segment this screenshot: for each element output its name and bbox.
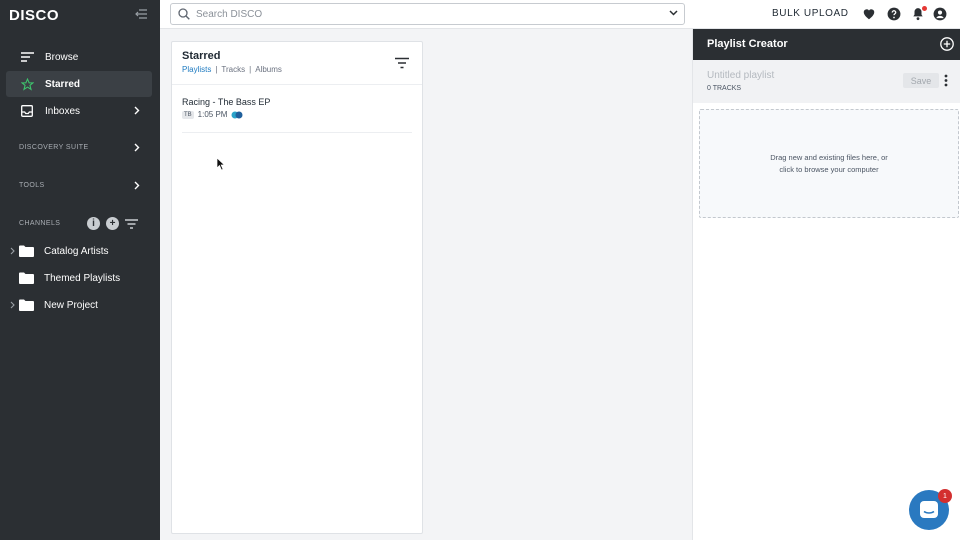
chat-icon xyxy=(920,501,938,518)
sidebar-item-label: Browse xyxy=(45,51,79,63)
track-count: 0 TRACKS xyxy=(707,85,742,92)
browse-icon xyxy=(19,49,35,65)
section-tools[interactable]: TOOLS xyxy=(19,182,141,189)
heart-icon[interactable] xyxy=(862,7,876,21)
sidebar-item-inboxes[interactable]: Inboxes xyxy=(6,98,152,124)
add-channel-icon[interactable]: + xyxy=(106,217,119,230)
tab-playlists[interactable]: Playlists xyxy=(182,65,211,74)
channel-themed-playlists[interactable]: Themed Playlists xyxy=(6,267,152,289)
top-bar: BULK UPLOAD xyxy=(160,0,960,29)
playlist-creator-header: Playlist Creator xyxy=(693,29,960,60)
account-icon[interactable] xyxy=(933,7,947,21)
section-discovery-suite[interactable]: DISCOVERY SUITE xyxy=(19,144,141,151)
sidebar-item-label: Starred xyxy=(45,78,81,90)
playlist-creator: Playlist Creator Untitled playlist 0 TRA… xyxy=(692,29,960,540)
chevron-down-icon[interactable] xyxy=(669,10,678,16)
divider xyxy=(182,132,412,133)
help-icon[interactable] xyxy=(887,7,901,21)
playlist-info: Untitled playlist 0 TRACKS Save xyxy=(693,60,960,103)
tab-tracks[interactable]: Tracks xyxy=(221,65,245,74)
starred-tabs: Playlists | Tracks | Albums xyxy=(182,65,282,74)
tab-albums[interactable]: Albums xyxy=(255,65,282,74)
sidebar-item-starred[interactable]: Starred xyxy=(6,71,152,97)
folder-icon xyxy=(19,299,34,311)
track-title[interactable]: Racing - The Bass EP xyxy=(182,97,270,107)
star-icon xyxy=(19,76,35,92)
search-bar[interactable] xyxy=(170,3,685,25)
chevron-right-icon[interactable] xyxy=(134,143,140,152)
track-meta: TB 1:05 PM xyxy=(182,110,243,119)
collapse-sidebar-icon[interactable] xyxy=(135,8,147,20)
chevron-right-icon xyxy=(134,106,140,115)
file-drop-zone[interactable]: Drag new and existing files here, or cli… xyxy=(699,109,959,218)
folder-icon xyxy=(19,245,34,257)
info-icon[interactable]: i xyxy=(87,217,100,230)
shared-icon xyxy=(231,111,243,118)
sidebar-item-label: Inboxes xyxy=(45,105,81,117)
divider xyxy=(172,84,422,85)
channel-new-project[interactable]: New Project xyxy=(6,294,152,316)
inbox-icon xyxy=(19,103,35,119)
channel-catalog-artists[interactable]: Catalog Artists xyxy=(6,240,152,262)
drop-hint-line: click to browse your computer xyxy=(779,165,879,174)
add-circle-icon[interactable] xyxy=(940,37,954,51)
more-vertical-icon[interactable] xyxy=(944,74,948,87)
search-input[interactable] xyxy=(196,8,656,20)
filter-icon[interactable] xyxy=(125,218,138,229)
panel-title: Starred xyxy=(182,50,221,62)
channel-label: Themed Playlists xyxy=(44,272,121,284)
channel-label: Catalog Artists xyxy=(44,245,109,257)
starred-panel: Starred Playlists | Tracks | Albums Raci… xyxy=(171,41,423,534)
chevron-right-icon[interactable] xyxy=(134,181,140,190)
filter-icon[interactable] xyxy=(395,57,409,69)
sidebar-item-browse[interactable]: Browse xyxy=(6,44,152,70)
save-button[interactable]: Save xyxy=(903,73,939,88)
notification-dot xyxy=(922,6,927,11)
mouse-cursor-icon xyxy=(216,157,226,171)
folder-icon xyxy=(19,272,34,284)
app-logo[interactable]: DISCO xyxy=(9,7,59,24)
channels-toolbar: i + xyxy=(87,217,138,230)
playlist-name-field[interactable]: Untitled playlist xyxy=(707,70,774,81)
sidebar: DISCO Browse Starred Inboxes DISCOVERY S… xyxy=(0,0,160,540)
expand-chevron-icon[interactable] xyxy=(8,301,17,309)
bulk-upload-button[interactable]: BULK UPLOAD xyxy=(772,8,849,19)
drop-hint-line: Drag new and existing files here, or xyxy=(770,153,888,162)
chat-unread-badge: 1 xyxy=(938,489,952,503)
panel-title: Playlist Creator xyxy=(707,38,788,50)
user-badge: TB xyxy=(182,110,194,119)
track-time: 1:05 PM xyxy=(197,110,228,119)
search-icon xyxy=(178,8,190,20)
channel-label: New Project xyxy=(44,299,98,311)
expand-chevron-icon[interactable] xyxy=(8,247,17,255)
